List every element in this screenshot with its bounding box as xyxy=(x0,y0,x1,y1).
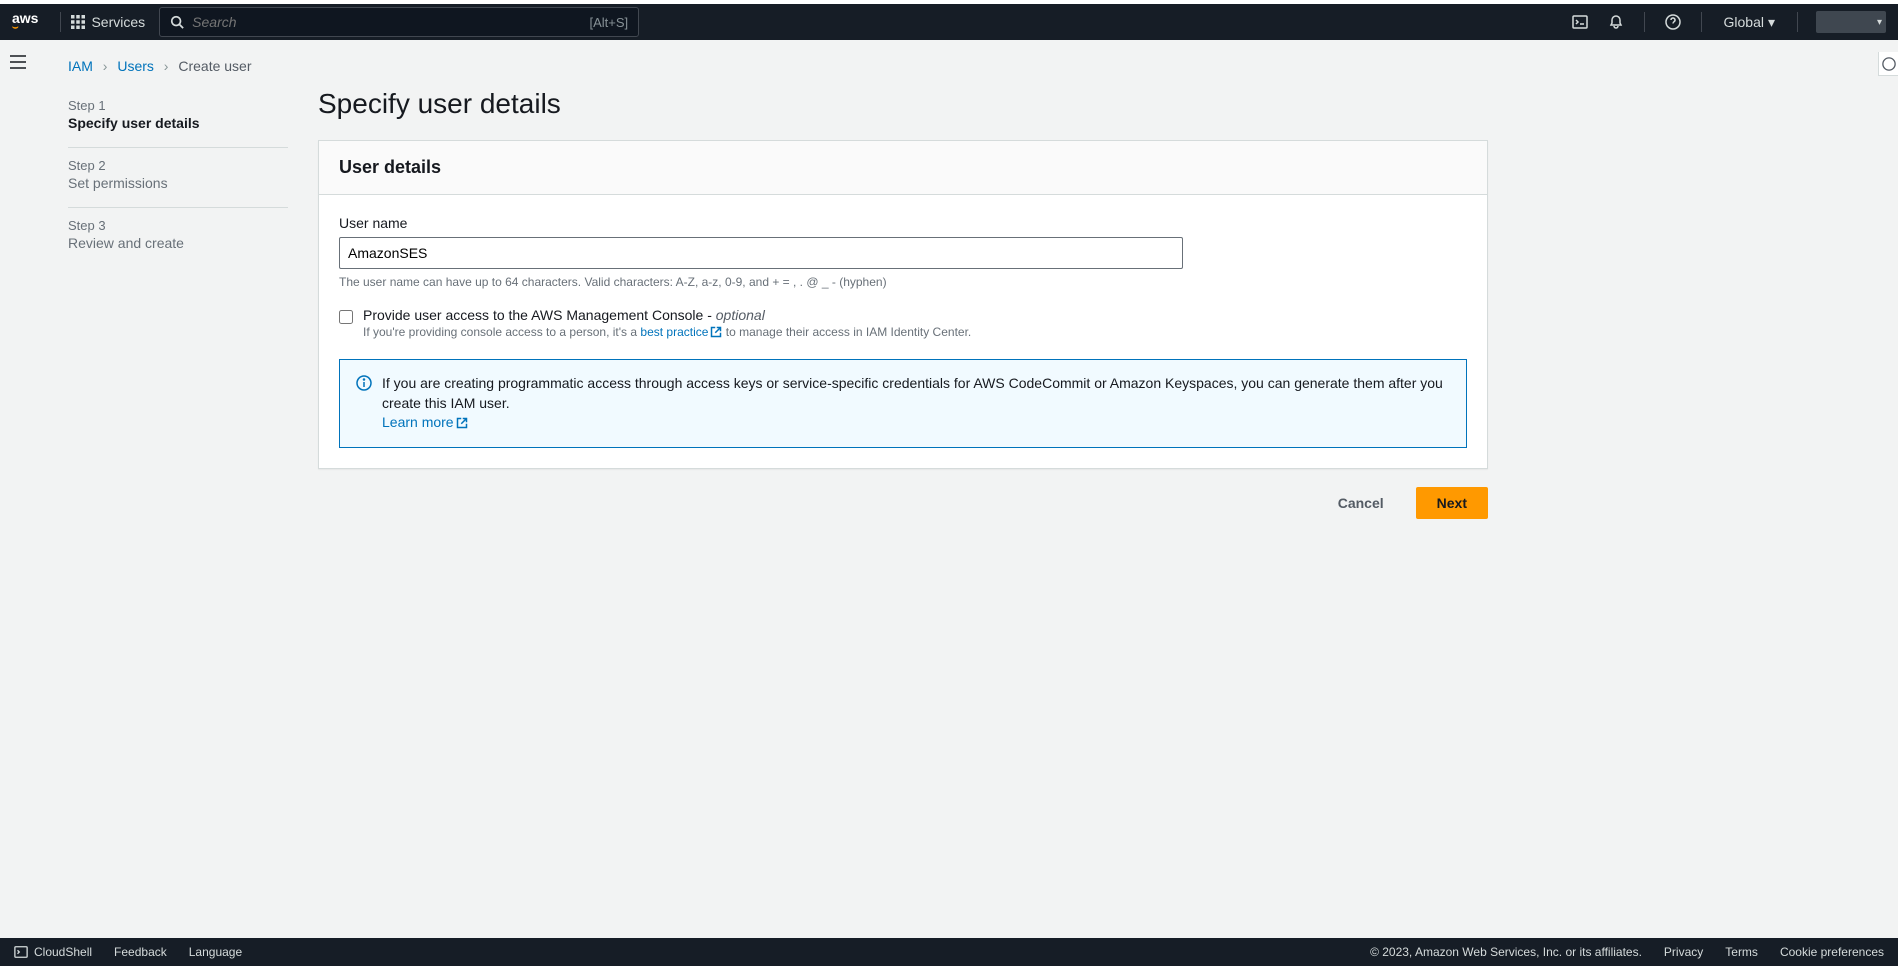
region-label: Global xyxy=(1724,14,1764,30)
breadcrumb-current: Create user xyxy=(178,58,251,74)
step-num: Step 2 xyxy=(68,158,288,173)
step-1[interactable]: Step 1 Specify user details xyxy=(68,88,288,148)
caret-down-icon: ▾ xyxy=(1877,17,1882,28)
panel-body: User name The user name can have up to 6… xyxy=(319,195,1487,468)
notifications-button[interactable] xyxy=(1598,4,1634,40)
form-column: Specify user details User details User n… xyxy=(318,88,1488,519)
help-button[interactable] xyxy=(1655,4,1691,40)
console-access-label-text: Provide user access to the AWS Managemen… xyxy=(363,307,716,323)
panel-title: User details xyxy=(339,157,1467,178)
step-3: Step 3 Review and create xyxy=(68,208,288,267)
info-text: If you are creating programmatic access … xyxy=(382,374,1450,433)
nav-divider xyxy=(1797,12,1798,32)
best-practice-link[interactable]: best practice xyxy=(640,325,722,339)
privacy-link[interactable]: Privacy xyxy=(1664,945,1703,959)
chevron-right-icon: › xyxy=(164,58,169,74)
username-label: User name xyxy=(339,215,1467,231)
chevron-right-icon: › xyxy=(103,58,108,74)
nav-right: Global ▾ ▾ xyxy=(1562,4,1887,40)
caret-down-icon: ▾ xyxy=(1768,14,1775,31)
bottom-bar-right: © 2023, Amazon Web Services, Inc. or its… xyxy=(1370,945,1884,959)
grid-icon xyxy=(71,15,85,29)
cookie-preferences-link[interactable]: Cookie preferences xyxy=(1780,945,1884,959)
step-num: Step 3 xyxy=(68,218,288,233)
desc-pre: If you're providing console access to a … xyxy=(363,325,640,339)
main-area: IAM › Users › Create user Step 1 Specify… xyxy=(30,40,1898,936)
aws-logo[interactable]: aws ⌣ xyxy=(12,11,38,33)
step-label: Specify user details xyxy=(68,115,288,131)
terms-link[interactable]: Terms xyxy=(1725,945,1758,959)
console-access-description: If you're providing console access to a … xyxy=(363,325,971,339)
breadcrumb-iam[interactable]: IAM xyxy=(68,58,93,74)
bottom-bar: CloudShell Feedback Language © 2023, Ama… xyxy=(0,938,1898,966)
user-details-panel: User details User name The user name can… xyxy=(318,140,1488,469)
step-num: Step 1 xyxy=(68,98,288,113)
form-actions: Cancel Next xyxy=(318,487,1488,519)
aws-smile-icon: ⌣ xyxy=(12,23,38,33)
step-2: Step 2 Set permissions xyxy=(68,148,288,208)
search-box[interactable]: [Alt+S] xyxy=(159,7,639,37)
external-link-icon xyxy=(456,417,468,429)
console-access-label: Provide user access to the AWS Managemen… xyxy=(363,307,971,323)
step-label: Set permissions xyxy=(68,175,288,191)
info-panel-toggle[interactable] xyxy=(1878,52,1898,76)
region-selector[interactable]: Global ▾ xyxy=(1712,14,1788,31)
nav-divider xyxy=(60,12,61,32)
top-nav: aws ⌣ Services [Alt+S] Global ▾ xyxy=(0,0,1898,40)
services-button[interactable]: Services xyxy=(71,14,145,30)
page-title: Specify user details xyxy=(318,88,1488,120)
next-button[interactable]: Next xyxy=(1416,487,1488,519)
search-icon xyxy=(170,15,184,29)
info-icon xyxy=(356,375,372,391)
search-shortcut: [Alt+S] xyxy=(589,15,628,30)
console-access-checkbox[interactable] xyxy=(339,310,353,324)
info-message: If you are creating programmatic access … xyxy=(382,375,1443,411)
optional-text: optional xyxy=(716,307,765,323)
side-nav-toggle[interactable] xyxy=(6,50,30,74)
feedback-link[interactable]: Feedback xyxy=(114,945,167,959)
console-access-row: Provide user access to the AWS Managemen… xyxy=(339,307,1467,339)
cloudshell-label: CloudShell xyxy=(34,945,92,959)
panel-header: User details xyxy=(319,141,1487,195)
username-input[interactable] xyxy=(339,237,1183,269)
nav-divider xyxy=(1701,12,1702,32)
breadcrumb: IAM › Users › Create user xyxy=(30,40,1898,88)
copyright-text: © 2023, Amazon Web Services, Inc. or its… xyxy=(1370,945,1642,959)
external-link-icon xyxy=(710,326,722,338)
search-input[interactable] xyxy=(192,14,589,30)
learn-more-link[interactable]: Learn more xyxy=(382,414,468,430)
bottom-bar-left: CloudShell Feedback Language xyxy=(14,945,242,959)
services-label: Services xyxy=(91,14,145,30)
account-menu[interactable]: ▾ xyxy=(1816,11,1886,33)
content-wrap: Step 1 Specify user details Step 2 Set p… xyxy=(30,88,1898,519)
cloudshell-button[interactable]: CloudShell xyxy=(14,945,92,959)
cancel-button[interactable]: Cancel xyxy=(1318,487,1404,519)
language-link[interactable]: Language xyxy=(189,945,242,959)
cloudshell-icon-button[interactable] xyxy=(1562,4,1598,40)
step-label: Review and create xyxy=(68,235,288,251)
wizard-steps: Step 1 Specify user details Step 2 Set p… xyxy=(68,88,318,519)
desc-post: to manage their access in IAM Identity C… xyxy=(722,325,971,339)
nav-divider xyxy=(1644,12,1645,32)
breadcrumb-users[interactable]: Users xyxy=(117,58,154,74)
info-box: If you are creating programmatic access … xyxy=(339,359,1467,448)
username-hint: The user name can have up to 64 characte… xyxy=(339,275,1467,289)
